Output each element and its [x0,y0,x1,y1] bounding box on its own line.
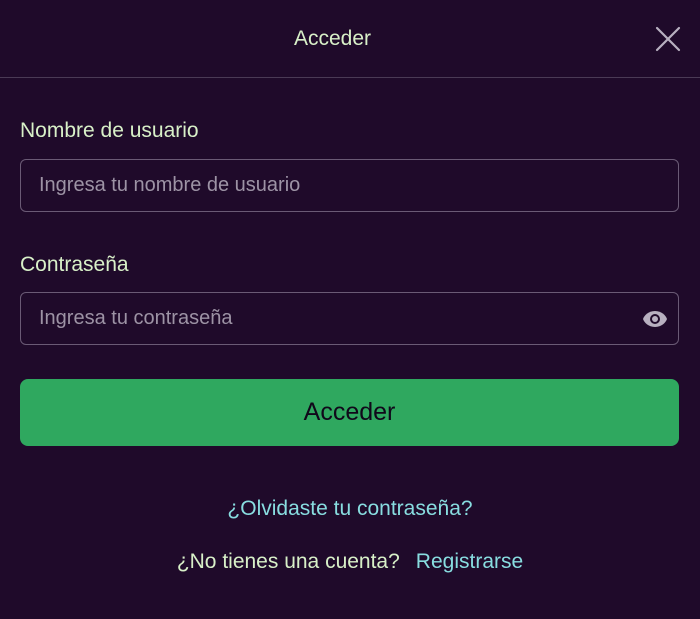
signup-row: ¿No tienes una cuenta? Registrarse [0,549,700,575]
close-icon [655,26,681,52]
password-field-wrapper [20,292,679,345]
no-account-text: ¿No tienes una cuenta? [176,550,400,573]
username-label: Nombre de usuario [20,119,199,142]
dialog-header: Acceder [0,0,700,78]
forgot-password-link[interactable]: ¿Olvidaste tu contraseña? [0,496,700,522]
password-label: Contraseña [20,253,129,276]
toggle-password-visibility-button[interactable] [641,307,669,331]
username-input[interactable] [21,160,678,211]
register-link[interactable]: Registrarse [416,550,523,573]
submit-button[interactable]: Acceder [20,379,679,446]
eye-icon [643,311,667,327]
password-input[interactable] [21,293,678,344]
dialog-title: Acceder [293,27,372,50]
username-field-wrapper [20,159,679,212]
close-button[interactable] [653,24,683,54]
login-dialog: Acceder Nombre de usuario Contraseña Acc… [0,0,700,619]
